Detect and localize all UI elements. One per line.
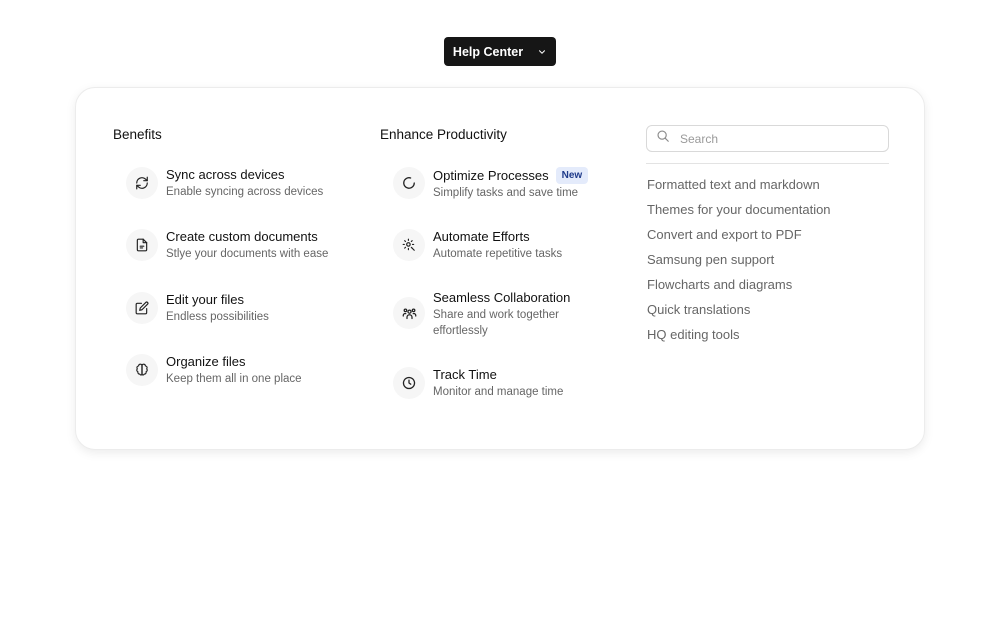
menu-item-track-time[interactable]: Track Time Monitor and manage time	[393, 367, 613, 400]
search-divider	[646, 163, 889, 164]
quick-link[interactable]: HQ editing tools	[647, 327, 831, 352]
menu-item-edit-files[interactable]: Edit your files Endless possibilities	[126, 292, 346, 325]
help-center-menu: Benefits Sync across devices Enable sync…	[75, 87, 925, 450]
menu-item-desc: Keep them all in one place	[166, 373, 302, 385]
search-box[interactable]	[646, 125, 889, 152]
menu-item-seamless-collaboration[interactable]: Seamless Collaboration Share and work to…	[393, 290, 583, 339]
edit-icon	[126, 292, 158, 324]
productivity-heading: Enhance Productivity	[380, 127, 507, 142]
menu-item-organize-files[interactable]: Organize files Keep them all in one plac…	[126, 354, 346, 387]
sync-icon	[126, 167, 158, 199]
menu-item-title: Seamless Collaboration	[433, 290, 571, 305]
menu-item-desc: Enable syncing across devices	[166, 186, 324, 198]
menu-item-desc: Endless possibilities	[166, 311, 269, 323]
quick-link[interactable]: Samsung pen support	[647, 252, 831, 277]
search-icon	[656, 129, 670, 148]
menu-item-custom-documents[interactable]: Create custom documents Stlye your docum…	[126, 229, 356, 262]
menu-item-sync[interactable]: Sync across devices Enable syncing acros…	[126, 167, 346, 200]
loader-icon	[393, 167, 425, 199]
new-badge: New	[555, 167, 589, 184]
menu-item-desc: Share and work together effortlessly	[433, 309, 559, 337]
menu-item-title: Track Time	[433, 367, 497, 382]
menu-item-optimize-processes[interactable]: Optimize Processes New Simplify tasks an…	[393, 167, 613, 201]
quick-link[interactable]: Formatted text and markdown	[647, 177, 831, 202]
settings-automation-icon	[393, 229, 425, 261]
menu-item-title: Create custom documents	[166, 229, 318, 244]
menu-item-desc: Monitor and manage time	[433, 386, 564, 398]
quick-link[interactable]: Themes for your documentation	[647, 202, 831, 227]
menu-item-title: Edit your files	[166, 292, 245, 307]
document-icon	[126, 229, 158, 261]
quick-link[interactable]: Flowcharts and diagrams	[647, 277, 831, 302]
users-icon	[393, 297, 425, 329]
menu-item-title: Optimize Processes	[433, 167, 549, 183]
benefits-heading: Benefits	[113, 127, 162, 142]
help-center-button[interactable]: Help Center	[444, 37, 556, 66]
clock-icon	[393, 367, 425, 399]
quick-links-list: Formatted text and markdown Themes for y…	[647, 177, 831, 352]
help-center-label: Help Center	[452, 44, 524, 59]
search-input[interactable]	[678, 130, 882, 147]
menu-item-desc: Stlye your documents with ease	[166, 248, 329, 260]
quick-link[interactable]: Quick translations	[647, 302, 831, 327]
menu-item-title: Automate Efforts	[433, 229, 530, 244]
quick-link[interactable]: Convert and export to PDF	[647, 227, 831, 252]
menu-item-desc: Simplify tasks and save time	[433, 187, 579, 199]
menu-item-desc: Automate repetitive tasks	[433, 248, 563, 260]
menu-item-automate-efforts[interactable]: Automate Efforts Automate repetitive tas…	[393, 229, 613, 262]
chevron-down-icon	[537, 47, 547, 57]
brain-icon	[126, 354, 158, 386]
menu-item-title: Organize files	[166, 354, 246, 369]
menu-item-title: Sync across devices	[166, 167, 285, 182]
